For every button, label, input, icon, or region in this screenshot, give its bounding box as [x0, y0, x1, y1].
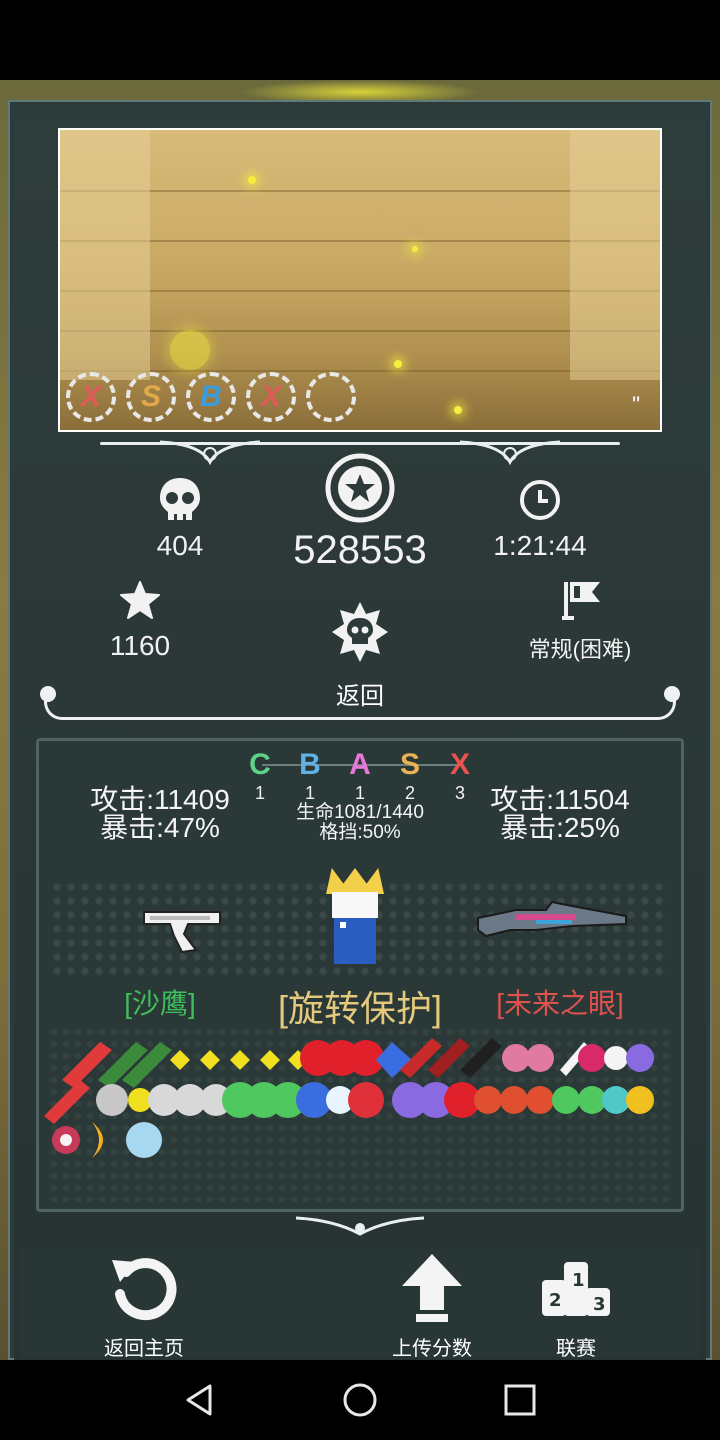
svg-text:1: 1	[572, 1270, 585, 1291]
firefly	[248, 176, 256, 184]
left-crit: 暴击:47%	[100, 812, 220, 843]
left-pillar	[60, 130, 150, 380]
status-bar-area	[0, 0, 720, 80]
star-icon	[120, 581, 160, 619]
row-two	[44, 1080, 654, 1124]
flag-icon	[562, 582, 600, 620]
ornament-bottom	[295, 1216, 425, 1236]
row-three	[52, 1122, 162, 1158]
firefly	[412, 246, 418, 252]
rank-badge: X	[246, 372, 296, 422]
podium-icon: 1 2 3	[542, 1262, 610, 1316]
left-weapon-name: [沙鹰]	[124, 988, 196, 1019]
rank-badge-empty	[306, 372, 356, 422]
hero-character	[326, 868, 386, 968]
score-value: 528553	[293, 528, 427, 572]
kills-value: 404	[156, 530, 204, 561]
stats-bracket	[44, 690, 676, 720]
home-label: 返回主页	[104, 1338, 184, 1360]
bracket-end	[40, 686, 56, 702]
svg-text:3: 3	[593, 1294, 606, 1315]
firefly	[394, 360, 402, 368]
skull-icon	[160, 478, 200, 520]
block-stat: 格挡:50%	[319, 822, 401, 843]
level-preview: X S B X "	[58, 128, 662, 432]
home-circle-icon[interactable]	[340, 1380, 380, 1420]
life-stat: 生命1081/1440	[296, 802, 424, 823]
skill-name: [旋转保护]	[277, 988, 442, 1029]
firefly	[454, 406, 462, 414]
grade-c: C1	[249, 748, 271, 804]
back-triangle-icon[interactable]	[180, 1380, 220, 1420]
grade-b: B1	[299, 748, 321, 804]
row-one	[62, 1038, 654, 1088]
time-value: 1:21:44	[493, 530, 587, 561]
league-button[interactable]: 1 2 3 联赛	[516, 1250, 636, 1361]
undo-icon	[112, 1258, 177, 1321]
right-weapon-name: [未来之眼]	[496, 988, 624, 1019]
rank-badge: B	[186, 372, 236, 422]
left-attack: 攻击:11409	[90, 784, 230, 815]
upload-button[interactable]: 上传分数	[372, 1250, 492, 1361]
star-badge-icon	[325, 453, 395, 523]
grade-s: S2	[399, 748, 420, 804]
grade-x: X3	[449, 748, 470, 804]
upload-arrow-icon	[402, 1254, 462, 1322]
league-label: 联赛	[556, 1338, 596, 1360]
home-button[interactable]: 返回主页	[84, 1250, 204, 1361]
corner-mark: "	[632, 392, 640, 417]
ornament-left	[160, 440, 260, 466]
svg-text:2: 2	[549, 1290, 562, 1311]
navigation-bar	[0, 1360, 720, 1440]
skull-star-icon	[332, 602, 388, 662]
rank-row: X S B X	[66, 372, 356, 422]
right-attack: 攻击:11504	[490, 784, 630, 815]
ornament-right	[460, 440, 560, 466]
right-pillar	[570, 130, 660, 380]
desert-eagle-icon	[143, 911, 221, 954]
future-eye-rifle-icon	[477, 900, 627, 938]
rank-badge: X	[66, 372, 116, 422]
mode-label: 常规(困难)	[528, 637, 632, 662]
clock-icon	[520, 480, 560, 520]
item-collection	[44, 1038, 654, 1158]
grade-a: A1	[349, 748, 371, 804]
recents-square-icon[interactable]	[500, 1380, 540, 1420]
bracket-end	[664, 686, 680, 702]
upload-label: 上传分数	[392, 1338, 472, 1360]
rank-badge: S	[126, 372, 176, 422]
light-orb	[170, 330, 210, 370]
right-crit: 暴击:25%	[500, 812, 620, 843]
stars-value: 1160	[109, 630, 171, 661]
